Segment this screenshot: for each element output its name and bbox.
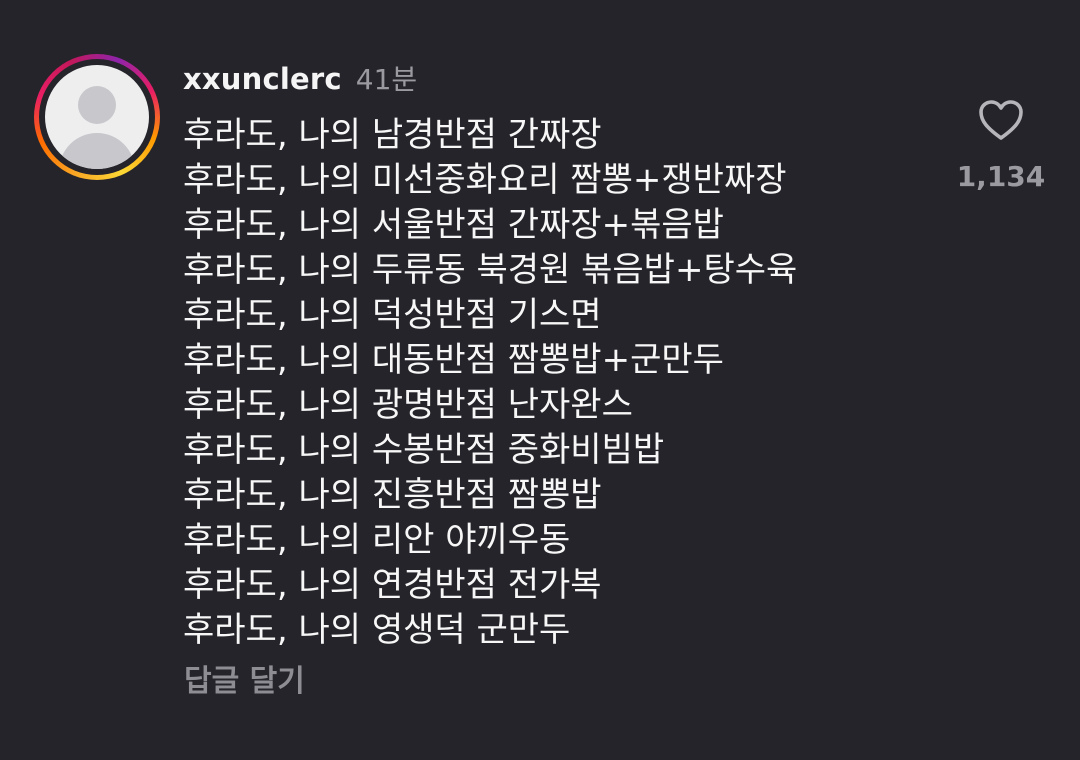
- comment-text: 후라도, 나의 남경반점 간짜장 후라도, 나의 미선중화요리 짬뽕+쟁반짜장 …: [183, 113, 943, 653]
- username[interactable]: xxunclerc: [183, 62, 342, 96]
- comment-header: xxunclerc 41분: [183, 58, 417, 102]
- comment-line: 후라도, 나의 서울반점 간짜장+볶음밥: [183, 205, 724, 245]
- like-button[interactable]: 1,134: [955, 98, 1047, 193]
- comment-item: xxunclerc 41분 후라도, 나의 남경반점 간짜장 후라도, 나의 미…: [0, 0, 1080, 760]
- comment-time: 41분: [355, 63, 418, 96]
- comment-line: 후라도, 나의 덕성반점 기스면: [183, 295, 602, 335]
- comment-line: 후라도, 나의 남경반점 간짜장: [183, 115, 602, 155]
- avatar[interactable]: [45, 65, 149, 169]
- comment-line: 후라도, 나의 리안 야끼우동: [183, 520, 571, 560]
- comment-line: 후라도, 나의 대동반점 짬뽕밥+군만두: [183, 340, 724, 380]
- reply-button[interactable]: 답글 달기: [184, 656, 305, 700]
- default-profile-icon: [78, 86, 116, 124]
- comment-line: 후라도, 나의 진흥반점 짬뽕밥: [183, 475, 602, 515]
- avatar-story-ring[interactable]: [34, 54, 160, 180]
- comment-line: 후라도, 나의 영생덕 군만두: [183, 610, 571, 650]
- comment-line: 후라도, 나의 미선중화요리 짬뽕+쟁반짜장: [183, 160, 787, 200]
- comment-line: 후라도, 나의 두류동 북경원 볶음밥+탕수육: [183, 250, 798, 290]
- comment-line: 후라도, 나의 연경반점 전가복: [183, 565, 602, 605]
- heart-outline-icon[interactable]: [977, 98, 1025, 142]
- comment-line: 후라도, 나의 수봉반점 중화비빔밥: [183, 430, 665, 470]
- like-count: 1,134: [956, 160, 1046, 193]
- comment-line: 후라도, 나의 광명반점 난자완스: [183, 385, 633, 425]
